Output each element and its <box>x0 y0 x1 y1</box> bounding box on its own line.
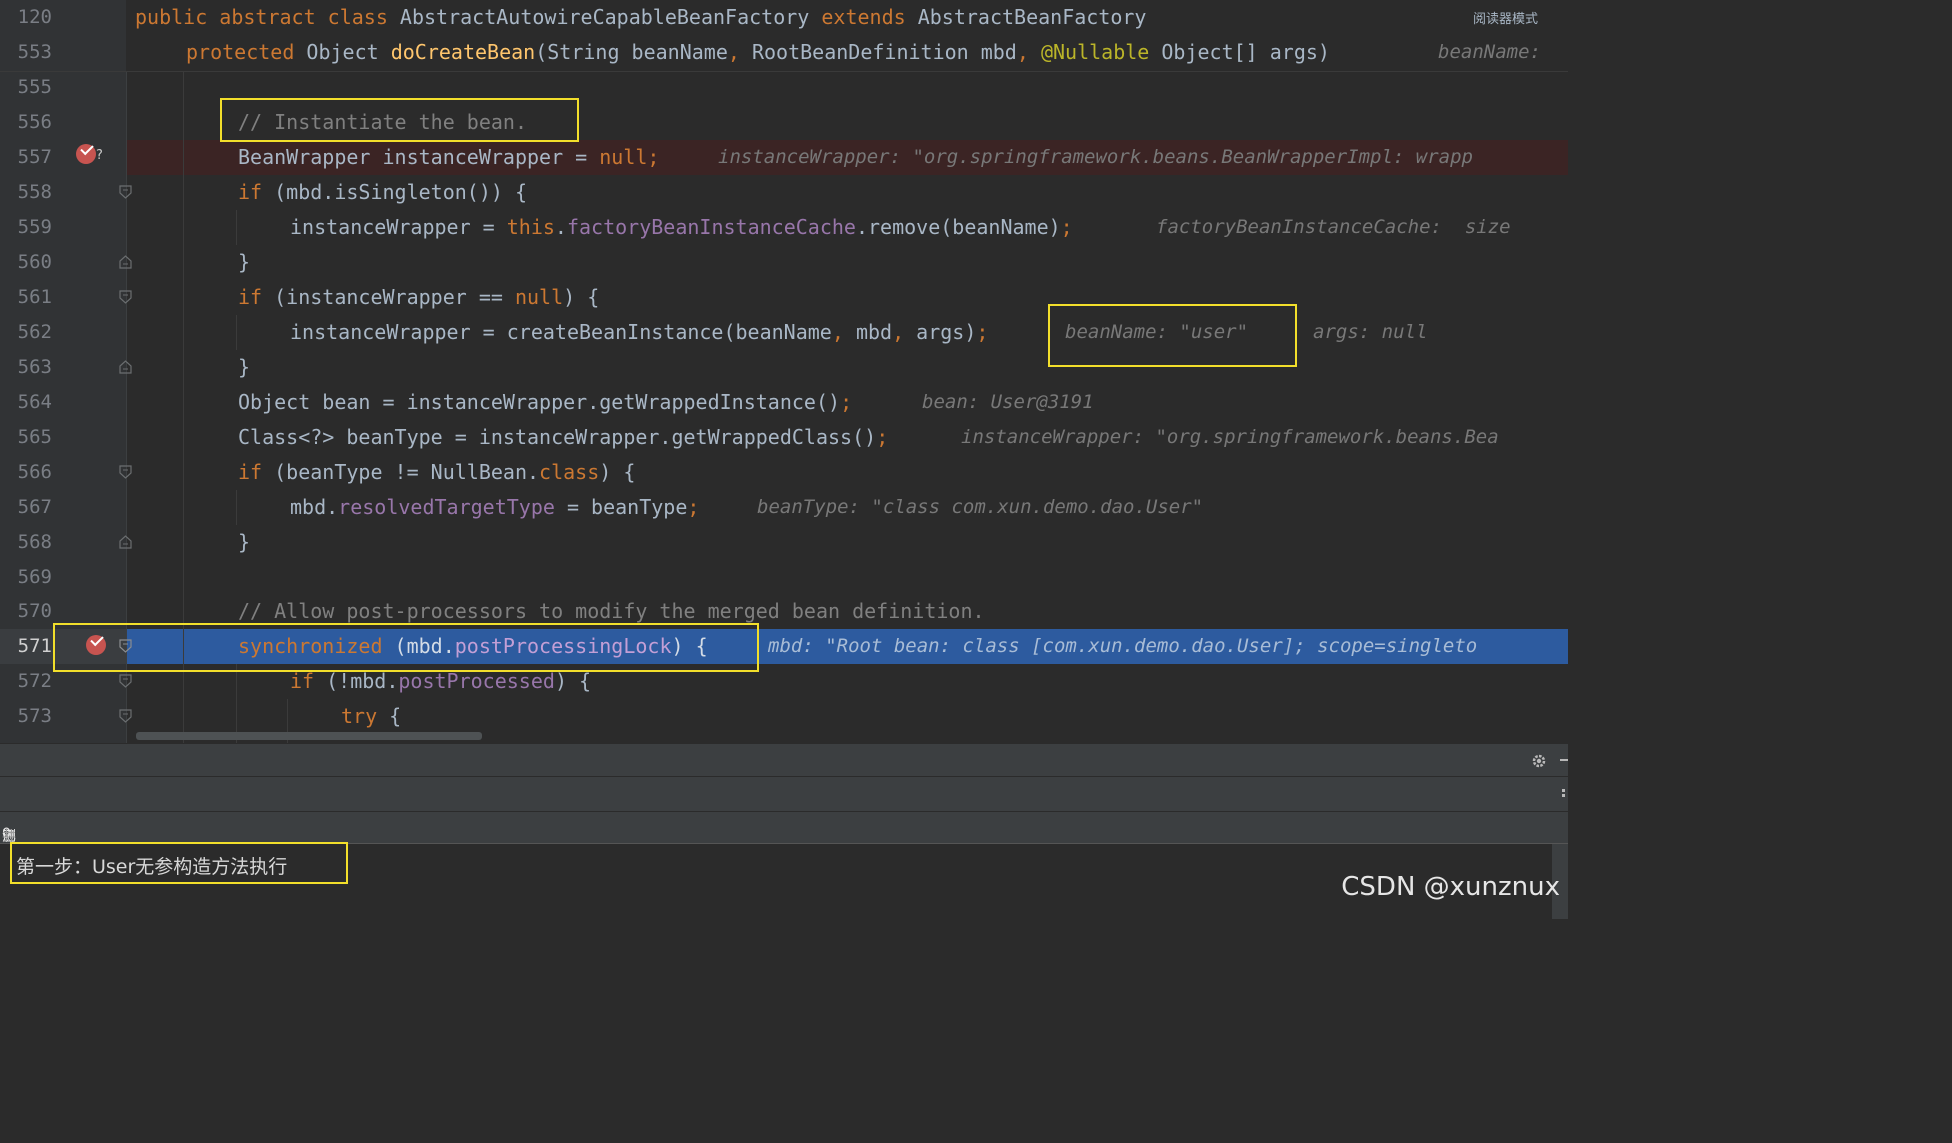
inline-debug-value: beanName: <box>1438 41 1541 63</box>
code-line-569: 569 <box>0 560 1568 595</box>
fold-open-icon[interactable] <box>119 185 132 199</box>
line-number: 560 <box>17 251 52 273</box>
code-text: if (instanceWrapper == null) { <box>238 285 600 309</box>
class-declaration: public abstract class AbstractAutowireCa… <box>135 5 1147 29</box>
code-line-567: 567 mbd.resolvedTargetType = beanType; b… <box>0 490 1568 525</box>
line-number: 563 <box>17 356 52 378</box>
code-line-559: 559 instanceWrapper = this.factoryBeanIn… <box>0 210 1568 245</box>
minimize-icon[interactable] <box>1560 759 1568 761</box>
line-number: 566 <box>17 461 52 483</box>
watermark: CSDN @xunznux <box>1341 872 1560 902</box>
line-number: 570 <box>17 600 52 622</box>
inline-debug-value: factoryBeanInstanceCache: size <box>1156 216 1511 238</box>
code-editor[interactable]: 555 556 // Instantiate the bean. 557 ? B… <box>0 0 1568 743</box>
line-number: 556 <box>17 111 52 133</box>
inline-debug-value: args: null <box>1313 321 1428 343</box>
line-number: 571 <box>17 635 52 657</box>
line-number: 559 <box>17 216 52 238</box>
inline-debug-value: bean: User@3191 <box>922 391 1094 413</box>
line-number: 553 <box>17 41 52 63</box>
test-status-bar: 测试 已通过: 0共 1 个测试 <box>0 811 1568 921</box>
line-number: 565 <box>17 426 52 448</box>
test-toolbar <box>0 776 1568 811</box>
highlight-box <box>10 842 348 884</box>
inline-debug-value: instanceWrapper: "org.springframework.be… <box>718 146 1473 168</box>
line-number: 567 <box>17 496 52 518</box>
code-text: } <box>238 530 251 554</box>
fold-end-icon[interactable] <box>119 360 132 374</box>
fold-open-icon[interactable] <box>119 709 132 723</box>
code-text: Class<?> beanType = instanceWrapper.getW… <box>238 425 889 449</box>
code-text: if (mbd.isSingleton()) { <box>238 180 527 204</box>
line-number: 555 <box>17 76 52 98</box>
question-icon: ? <box>96 148 103 163</box>
code-line-563: 563 } <box>0 350 1568 385</box>
code-line-566: 566 if (beanType != NullBean.class) { <box>0 455 1568 490</box>
code-text: try { <box>341 704 402 728</box>
line-number: 573 <box>17 705 52 727</box>
sticky-line-120: 120 public abstract class AbstractAutowi… <box>0 0 1568 35</box>
code-text: instanceWrapper = this.factoryBeanInstan… <box>290 215 1073 239</box>
fold-end-icon[interactable] <box>119 535 132 549</box>
code-line-568: 568 } <box>0 525 1568 560</box>
fold-open-icon[interactable] <box>119 290 132 304</box>
code-line-560: 560 } <box>0 245 1568 280</box>
code-line-557: 557 ? BeanWrapper instanceWrapper = null… <box>0 140 1568 175</box>
code-text: if (beanType != NullBean.class) { <box>238 460 636 484</box>
line-number: 569 <box>17 566 52 588</box>
inline-debug-value: instanceWrapper: "org.springframework.be… <box>961 426 1499 448</box>
code-line-558: 558 if (mbd.isSingleton()) { <box>0 175 1568 210</box>
reader-mode-toggle[interactable]: 阅读器模式 <box>1473 8 1538 27</box>
code-text: instanceWrapper = createBeanInstance(bea… <box>290 320 989 344</box>
code-line-573: 573 try { <box>0 699 1568 734</box>
line-number: 120 <box>17 6 52 28</box>
code-line-564: 564 Object bean = instanceWrapper.getWra… <box>0 385 1568 420</box>
sticky-scope-header[interactable]: 120 public abstract class AbstractAutowi… <box>0 0 1568 72</box>
line-number: 572 <box>17 670 52 692</box>
inline-debug-value: beanType: "class com.xun.demo.dao.User" <box>757 496 1204 518</box>
tool-window-header <box>0 743 1568 776</box>
highlight-box <box>1048 304 1297 367</box>
code-line-562: 562 instanceWrapper = createBeanInstance… <box>0 315 1568 350</box>
line-number: 558 <box>17 181 52 203</box>
highlight-box <box>220 98 579 142</box>
method-declaration: protected Object doCreateBean(String bea… <box>186 40 1330 64</box>
more-icon[interactable] <box>1562 789 1565 792</box>
code-line-565: 565 Class<?> beanType = instanceWrapper.… <box>0 420 1568 455</box>
fold-open-icon[interactable] <box>119 674 132 688</box>
code-text: } <box>238 250 251 274</box>
fold-open-icon[interactable] <box>119 465 132 479</box>
highlight-box <box>53 623 759 672</box>
code-line-561: 561 if (instanceWrapper == null) { <box>0 280 1568 315</box>
code-text: } <box>238 355 251 379</box>
gear-icon[interactable] <box>1530 752 1548 770</box>
code-text: Object bean = instanceWrapper.getWrapped… <box>238 390 853 414</box>
breakpoint-icon[interactable] <box>76 141 96 164</box>
horizontal-scrollbar[interactable] <box>136 732 482 740</box>
code-text: mbd.resolvedTargetType = beanType; <box>290 495 700 519</box>
sticky-line-553: 553 protected Object doCreateBean(String… <box>0 35 1568 70</box>
inline-debug-value: mbd: "Root bean: class [com.xun.demo.dao… <box>768 635 1478 657</box>
code-text: BeanWrapper instanceWrapper = null; <box>238 145 660 169</box>
line-number: 568 <box>17 531 52 553</box>
line-number: 564 <box>17 391 52 413</box>
line-number: 562 <box>17 321 52 343</box>
fold-end-icon[interactable] <box>119 255 132 269</box>
line-number: 557 <box>17 146 52 168</box>
line-number: 561 <box>17 286 52 308</box>
